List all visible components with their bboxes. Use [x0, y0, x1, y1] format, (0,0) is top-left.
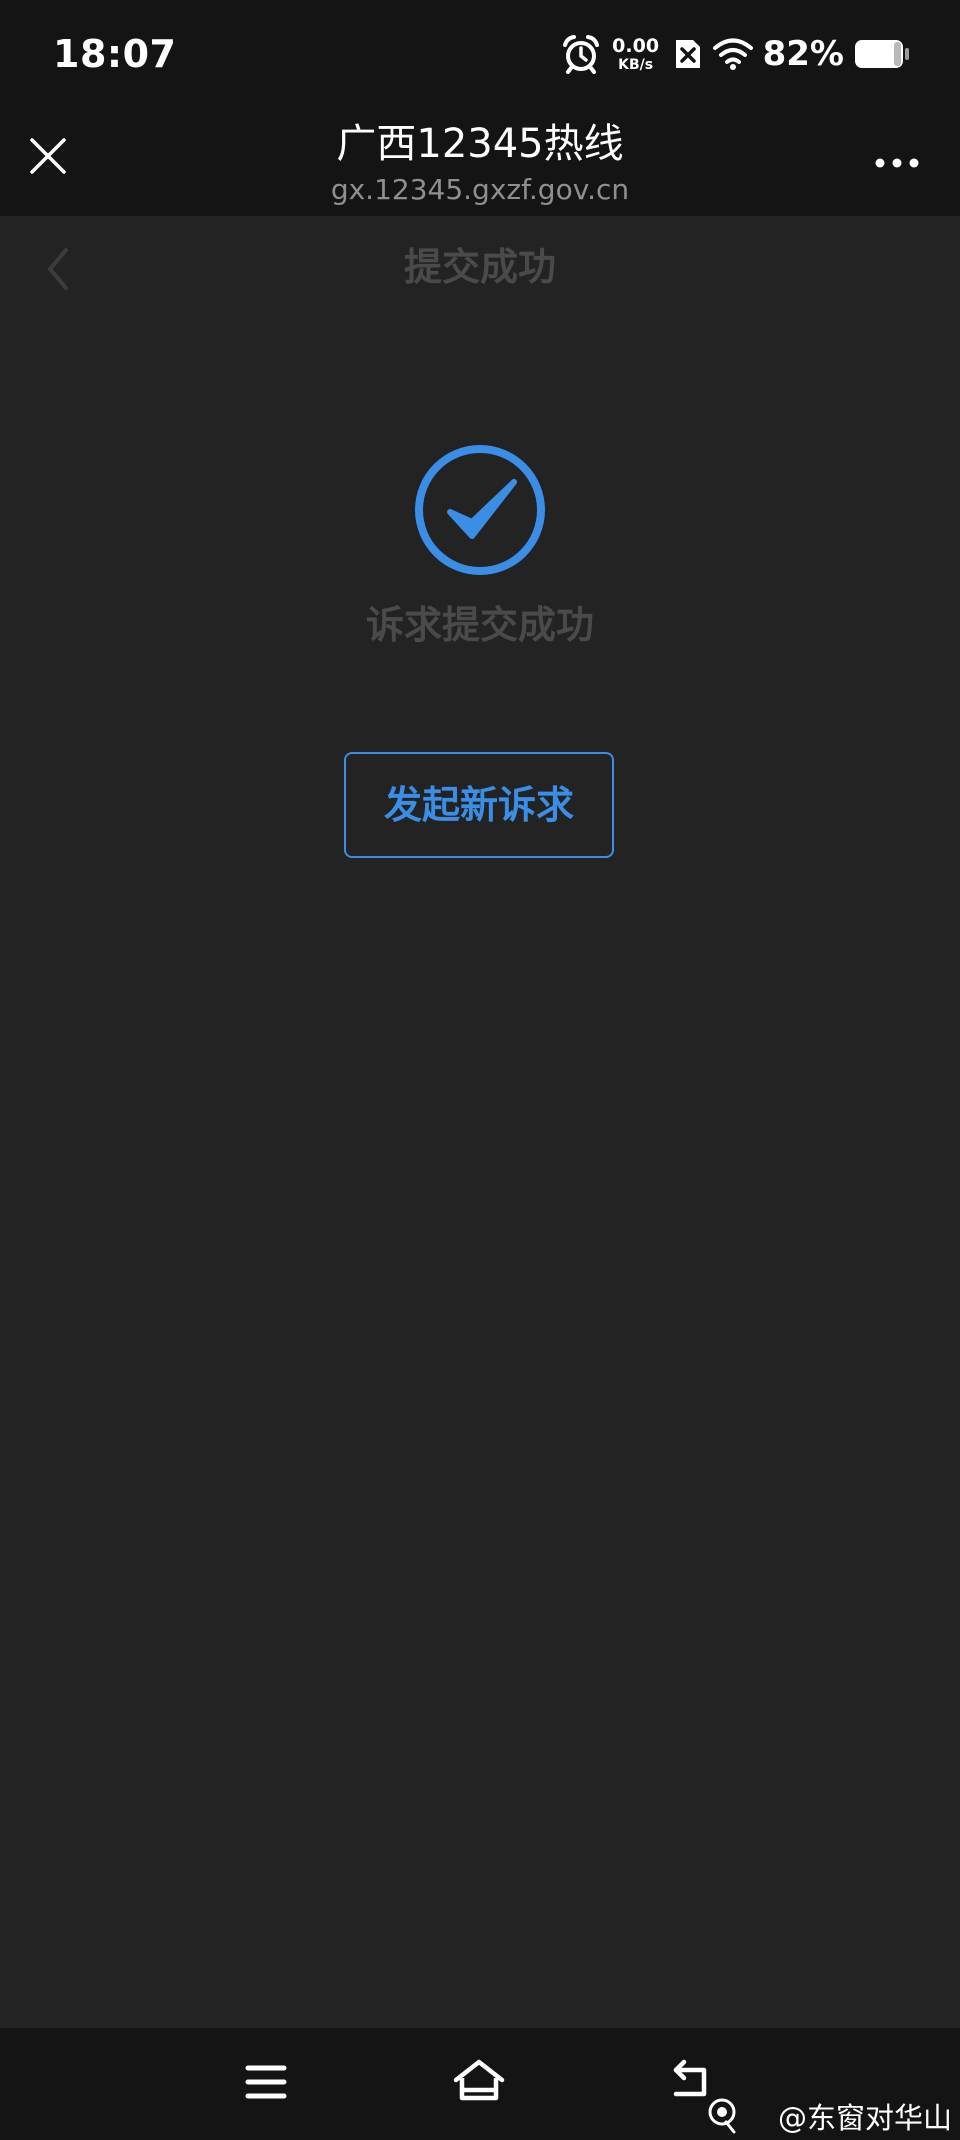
status-icons: 0.00 KB/s 82%: [561, 32, 910, 76]
menu-icon[interactable]: [244, 2062, 288, 2102]
page-nav-bar: 提交成功: [0, 216, 960, 324]
check-circle-icon: [415, 445, 545, 575]
net-speed: 0.00 KB/s: [611, 34, 661, 73]
net-speed-value: 0.00: [612, 34, 660, 57]
site-title: 广西12345热线: [336, 121, 624, 167]
net-speed-unit: KB/s: [618, 56, 654, 73]
new-request-button[interactable]: 发起新诉求: [344, 752, 614, 858]
battery-percent: 82%: [762, 34, 844, 74]
sim-disabled-icon: [675, 40, 700, 68]
alarm-icon: [562, 35, 599, 74]
wifi-icon: [712, 38, 753, 70]
page-title: 提交成功: [403, 245, 556, 289]
status-time: 18:07: [53, 32, 177, 76]
system-nav-bar: @东窗对华山: [0, 2028, 960, 2140]
site-url: gx.12345.gxzf.gov.cn: [330, 173, 630, 206]
watermark-logo-icon: [708, 2098, 736, 2134]
more-icon[interactable]: [874, 156, 920, 170]
screen: 18:07 0.00 KB/s 82% 广西12345热线 gx.12345.g…: [0, 0, 960, 2140]
status-bar: 18:07 0.00 KB/s 82%: [0, 0, 960, 108]
watermark-text: @东窗对华山: [777, 2101, 952, 2135]
webview-title-bar: 广西12345热线 gx.12345.gxzf.gov.cn: [0, 108, 960, 216]
home-icon[interactable]: [452, 2058, 506, 2106]
battery-icon: [855, 40, 909, 68]
success-message: 诉求提交成功: [365, 603, 594, 647]
